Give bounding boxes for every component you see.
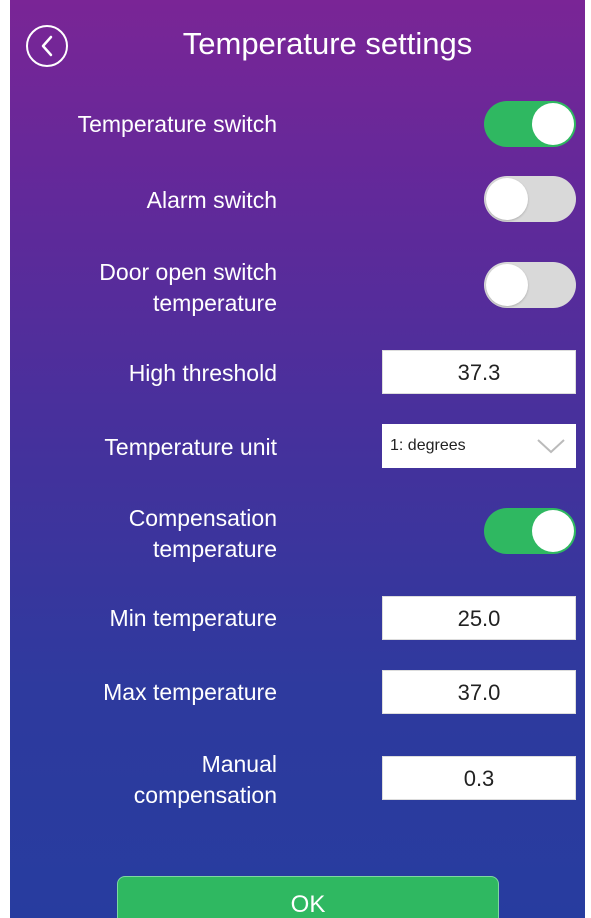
- min-temperature-label: Min temperature: [109, 605, 277, 631]
- toggle-knob: [486, 178, 528, 220]
- high-threshold-label: High threshold: [128, 360, 277, 386]
- temperature-switch-label: Temperature switch: [77, 111, 277, 137]
- door-open-switch-label: Door open switch temperature: [99, 257, 277, 319]
- ok-button[interactable]: OK: [117, 876, 499, 918]
- temperature-unit-label: Temperature unit: [104, 434, 277, 460]
- manual-compensation-input[interactable]: 0.3: [382, 756, 576, 800]
- compensation-temperature-label-line2: temperature: [152, 536, 277, 562]
- toggle-knob: [532, 510, 574, 552]
- manual-compensation-label-line1: Manual: [201, 751, 277, 777]
- temperature-switch-toggle[interactable]: [484, 101, 576, 147]
- toggle-knob: [486, 264, 528, 306]
- alarm-switch-label: Alarm switch: [146, 187, 277, 213]
- settings-screen: Temperature settings Temperature switch …: [10, 0, 585, 918]
- door-open-switch-toggle[interactable]: [484, 262, 576, 308]
- compensation-temperature-label-line1: Compensation: [128, 505, 277, 531]
- temperature-unit-selected: 1: degrees: [390, 437, 466, 454]
- toggle-knob: [532, 103, 574, 145]
- temperature-unit-select[interactable]: 1: degrees: [382, 424, 576, 468]
- compensation-temperature-label: Compensation temperature: [129, 503, 277, 565]
- high-threshold-input[interactable]: 37.3: [382, 350, 576, 394]
- manual-compensation-label-line2: compensation: [133, 782, 277, 808]
- door-open-switch-label-line2: temperature: [152, 290, 277, 316]
- max-temperature-input[interactable]: 37.0: [382, 670, 576, 714]
- page-title: Temperature settings: [182, 26, 473, 61]
- manual-compensation-label: Manual compensation: [134, 749, 277, 811]
- alarm-switch-toggle[interactable]: [484, 176, 576, 222]
- min-temperature-input[interactable]: 25.0: [382, 596, 576, 640]
- chevron-down-icon: [537, 439, 565, 454]
- door-open-switch-label-line1: Door open switch: [99, 259, 277, 285]
- max-temperature-label: Max temperature: [103, 679, 277, 705]
- compensation-temperature-toggle[interactable]: [484, 508, 576, 554]
